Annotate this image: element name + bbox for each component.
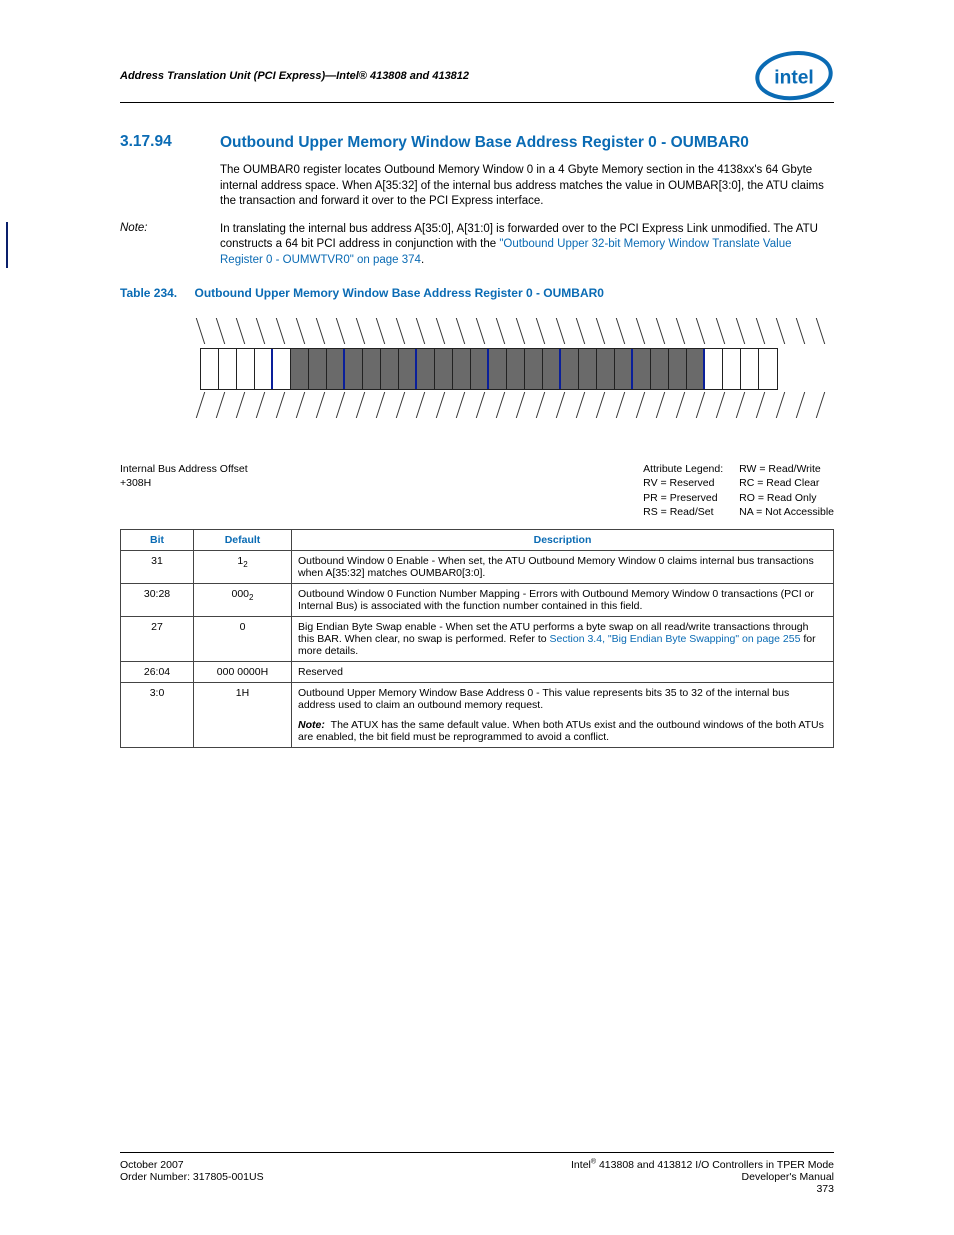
page-footer: October 2007 Order Number: 317805-001US … bbox=[120, 1152, 834, 1196]
legend-item: RS = Read/Set bbox=[643, 506, 713, 518]
bitfield-diagram bbox=[200, 318, 834, 458]
footer-doc-title: Intel® 413808 and 413812 I/O Controllers… bbox=[571, 1159, 834, 1171]
legend-item: RC = Read Clear bbox=[739, 477, 819, 489]
attribute-legend: Attribute Legend: RV = Reserved PR = Pre… bbox=[643, 462, 834, 519]
legend-row: Internal Bus Address Offset +308H Attrib… bbox=[120, 462, 834, 519]
register-table: Bit Default Description 3112Outbound Win… bbox=[120, 529, 834, 748]
table-row: 3:01HOutbound Upper Memory Window Base A… bbox=[121, 682, 834, 747]
intel-logo: intel bbox=[754, 50, 834, 102]
offset-label: Internal Bus Address Offset bbox=[120, 463, 248, 475]
legend-item: PR = Preserved bbox=[643, 492, 717, 504]
note-block: Note: In translating the internal bus ad… bbox=[6, 222, 834, 269]
legend-item: RV = Reserved bbox=[643, 477, 714, 489]
paragraph: The OUMBAR0 register locates Outbound Me… bbox=[220, 163, 834, 210]
legend-title: Attribute Legend: bbox=[643, 463, 723, 475]
table-title: Outbound Upper Memory Window Base Addres… bbox=[194, 286, 604, 300]
svg-text:intel: intel bbox=[774, 68, 813, 89]
col-bit: Bit bbox=[121, 529, 194, 550]
section-title: Outbound Upper Memory Window Base Addres… bbox=[220, 133, 749, 153]
page-header: Address Translation Unit (PCI Express)—I… bbox=[120, 50, 834, 103]
legend-item: NA = Not Accessible bbox=[739, 506, 834, 518]
note-label: Note: bbox=[120, 222, 220, 269]
footer-right: Intel® 413808 and 413812 I/O Controllers… bbox=[571, 1159, 834, 1196]
legend-item: RO = Read Only bbox=[739, 492, 816, 504]
footer-order: Order Number: 317805-001US bbox=[120, 1171, 264, 1183]
footer-left: October 2007 Order Number: 317805-001US bbox=[120, 1159, 264, 1196]
col-default: Default bbox=[194, 529, 292, 550]
table-row: 270Big Endian Byte Swap enable - When se… bbox=[121, 616, 834, 661]
offset-value: +308H bbox=[120, 477, 151, 489]
xref-link[interactable]: Section 3.4, "Big Endian Byte Swapping" … bbox=[550, 633, 801, 645]
running-head: Address Translation Unit (PCI Express)—I… bbox=[120, 70, 469, 82]
table-caption: Table 234. Outbound Upper Memory Window … bbox=[120, 286, 834, 300]
footer-manual: Developer's Manual bbox=[742, 1171, 834, 1183]
section-number: 3.17.94 bbox=[120, 133, 220, 153]
address-offset: Internal Bus Address Offset +308H bbox=[120, 462, 248, 519]
note-text-b: . bbox=[421, 254, 424, 266]
footer-page: 373 bbox=[816, 1183, 834, 1195]
legend-item: RW = Read/Write bbox=[739, 463, 821, 475]
table-row: 30:280002Outbound Window 0 Function Numb… bbox=[121, 583, 834, 616]
col-description: Description bbox=[292, 529, 834, 550]
section-heading: 3.17.94 Outbound Upper Memory Window Bas… bbox=[120, 133, 834, 153]
footer-date: October 2007 bbox=[120, 1159, 184, 1171]
table-row: 3112Outbound Window 0 Enable - When set,… bbox=[121, 550, 834, 583]
table-number: Table 234. bbox=[120, 286, 177, 300]
table-row: 26:04000 0000HReserved bbox=[121, 661, 834, 682]
note-body: In translating the internal bus address … bbox=[220, 222, 834, 269]
